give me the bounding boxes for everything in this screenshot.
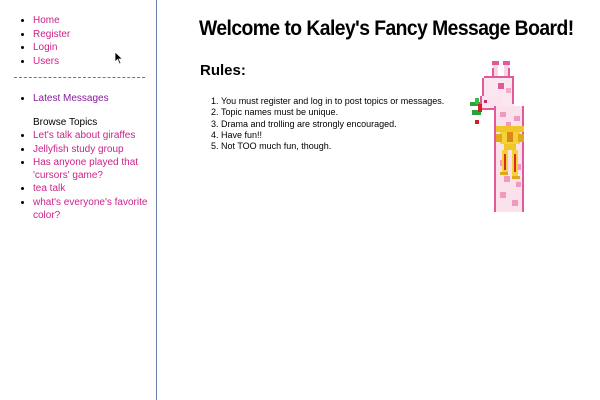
- nav-link-login[interactable]: Login: [33, 42, 57, 53]
- rules-heading: Rules:: [200, 62, 246, 79]
- nav-item-latest-messages: Latest Messages: [33, 92, 157, 106]
- nav-link-register[interactable]: Register: [33, 29, 70, 40]
- nav-item-login: Login: [33, 41, 157, 55]
- topic-link-giraffes[interactable]: Let's talk about giraffes: [33, 130, 135, 141]
- rule-item: Topic names must be unique.: [221, 107, 444, 118]
- sidebar-divider: [14, 77, 145, 78]
- main-content: Welcome to Kaley's Fancy Message Board! …: [157, 0, 600, 400]
- nav-item-register: Register: [33, 28, 157, 42]
- latest-nav: Latest Messages: [0, 92, 157, 106]
- mouse-cursor-icon: [114, 51, 124, 65]
- topic-item: tea talk: [33, 182, 157, 196]
- topic-item: what's everyone's favorite color?: [33, 196, 157, 222]
- browse-topics-heading: Browse Topics: [33, 117, 98, 128]
- topic-item: Has anyone played that 'cursors' game?: [33, 156, 157, 182]
- topic-list: Let's talk about giraffes Jellyfish stud…: [0, 129, 157, 222]
- rule-item: Not TOO much fun, though.: [221, 141, 444, 152]
- topic-item: Jellyfish study group: [33, 143, 157, 157]
- rule-item: Have fun!!: [221, 130, 444, 141]
- giraffe-mascot-icon: [470, 61, 524, 212]
- main-nav: Home Register Login Users: [0, 14, 157, 68]
- rule-item: You must register and log in to post top…: [221, 96, 444, 107]
- topic-link-color[interactable]: what's everyone's favorite color?: [33, 197, 147, 221]
- rules-list: You must register and log in to post top…: [205, 96, 444, 152]
- topic-link-cursors[interactable]: Has anyone played that 'cursors' game?: [33, 157, 138, 181]
- nav-link-latest-messages[interactable]: Latest Messages: [33, 93, 109, 104]
- topic-link-tea[interactable]: tea talk: [33, 183, 65, 194]
- rule-item: Drama and trolling are strongly encourag…: [221, 119, 444, 130]
- topic-link-jellyfish[interactable]: Jellyfish study group: [33, 144, 124, 155]
- nav-item-home: Home: [33, 14, 157, 28]
- topic-item: Let's talk about giraffes: [33, 129, 157, 143]
- nav-item-users: Users: [33, 55, 157, 69]
- nav-link-home[interactable]: Home: [33, 15, 60, 26]
- nav-link-users[interactable]: Users: [33, 56, 59, 67]
- page-title: Welcome to Kaley's Fancy Message Board!: [199, 17, 574, 40]
- sidebar: Home Register Login Users Latest Message…: [0, 0, 157, 400]
